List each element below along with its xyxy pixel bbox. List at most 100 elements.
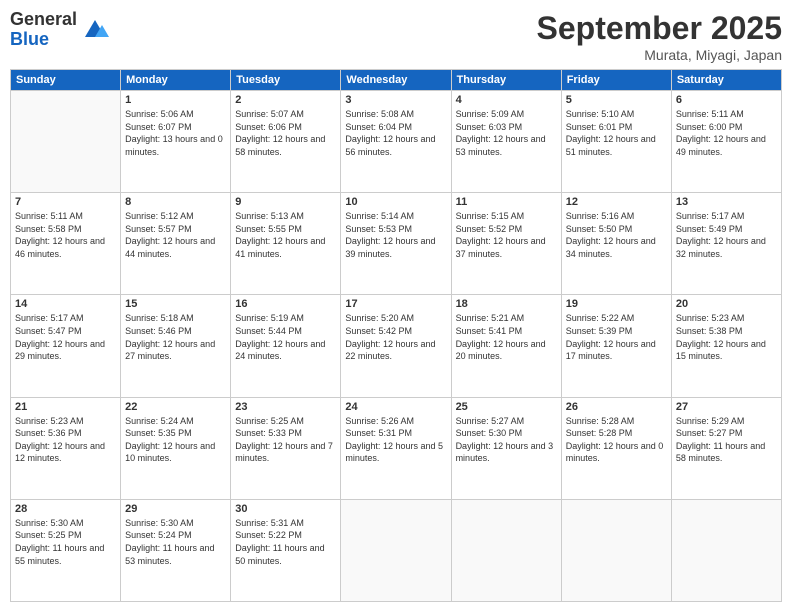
day-info: Sunrise: 5:22 AMSunset: 5:39 PMDaylight:… xyxy=(566,312,667,362)
day-info: Sunrise: 5:08 AMSunset: 6:04 PMDaylight:… xyxy=(345,108,446,158)
day-cell xyxy=(671,499,781,601)
day-cell: 29 Sunrise: 5:30 AMSunset: 5:24 PMDayligh… xyxy=(121,499,231,601)
day-info: Sunrise: 5:11 AMSunset: 6:00 PMDaylight:… xyxy=(676,108,777,158)
logo-blue: Blue xyxy=(10,29,49,49)
day-info: Sunrise: 5:20 AMSunset: 5:42 PMDaylight:… xyxy=(345,312,446,362)
header: General Blue September 2025 Murata, Miya… xyxy=(10,10,782,63)
logo-text: General Blue xyxy=(10,10,77,50)
day-cell: 5 Sunrise: 5:10 AMSunset: 6:01 PMDaylight… xyxy=(561,91,671,193)
day-cell: 7 Sunrise: 5:11 AMSunset: 5:58 PMDaylight… xyxy=(11,193,121,295)
day-cell: 23 Sunrise: 5:25 AMSunset: 5:33 PMDayligh… xyxy=(231,397,341,499)
day-info: Sunrise: 5:15 AMSunset: 5:52 PMDaylight:… xyxy=(456,210,557,260)
day-number: 29 xyxy=(125,503,226,515)
week-row-4: 21 Sunrise: 5:23 AMSunset: 5:36 PMDayligh… xyxy=(11,397,782,499)
day-cell: 6 Sunrise: 5:11 AMSunset: 6:00 PMDaylight… xyxy=(671,91,781,193)
day-number: 21 xyxy=(15,401,116,413)
day-cell xyxy=(341,499,451,601)
day-info: Sunrise: 5:30 AMSunset: 5:24 PMDaylight:… xyxy=(125,517,226,567)
col-header-monday: Monday xyxy=(121,70,231,91)
day-number: 16 xyxy=(235,298,336,310)
day-cell: 24Sunrise: 5:26 AMSunset: 5:31 PMDayligh… xyxy=(341,397,451,499)
location: Murata, Miyagi, Japan xyxy=(537,47,782,63)
day-cell: 13 Sunrise: 5:17 AMSunset: 5:49 PMDayligh… xyxy=(671,193,781,295)
day-cell: 21 Sunrise: 5:23 AMSunset: 5:36 PMDayligh… xyxy=(11,397,121,499)
day-info: Sunrise: 5:30 AMSunset: 5:25 PMDaylight:… xyxy=(15,517,116,567)
day-number: 18 xyxy=(456,298,557,310)
day-info: Sunrise: 5:14 AMSunset: 5:53 PMDaylight:… xyxy=(345,210,446,260)
day-number: 10 xyxy=(345,196,446,208)
day-number: 8 xyxy=(125,196,226,208)
day-cell xyxy=(11,91,121,193)
week-row-5: 28Sunrise: 5:30 AMSunset: 5:25 PMDayligh… xyxy=(11,499,782,601)
day-number: 30 xyxy=(235,503,336,515)
day-info: Sunrise: 5:13 AMSunset: 5:55 PMDaylight:… xyxy=(235,210,336,260)
day-number: 2 xyxy=(235,94,336,106)
day-info: Sunrise: 5:12 AMSunset: 5:57 PMDaylight:… xyxy=(125,210,226,260)
day-cell: 1 Sunrise: 5:06 AMSunset: 6:07 PMDaylight… xyxy=(121,91,231,193)
logo: General Blue xyxy=(10,10,110,50)
day-info: Sunrise: 5:23 AMSunset: 5:38 PMDaylight:… xyxy=(676,312,777,362)
day-number: 14 xyxy=(15,298,116,310)
day-info: Sunrise: 5:09 AMSunset: 6:03 PMDaylight:… xyxy=(456,108,557,158)
day-number: 6 xyxy=(676,94,777,106)
day-number: 17 xyxy=(345,298,446,310)
day-number: 9 xyxy=(235,196,336,208)
week-row-1: 1 Sunrise: 5:06 AMSunset: 6:07 PMDaylight… xyxy=(11,91,782,193)
day-number: 20 xyxy=(676,298,777,310)
day-number: 7 xyxy=(15,196,116,208)
day-info: Sunrise: 5:06 AMSunset: 6:07 PMDaylight:… xyxy=(125,108,226,158)
day-cell xyxy=(451,499,561,601)
day-cell: 30 Sunrise: 5:31 AMSunset: 5:22 PMDayligh… xyxy=(231,499,341,601)
day-cell: 15Sunrise: 5:18 AMSunset: 5:46 PMDayligh… xyxy=(121,295,231,397)
day-cell xyxy=(561,499,671,601)
day-cell: 22 Sunrise: 5:24 AMSunset: 5:35 PMDayligh… xyxy=(121,397,231,499)
day-cell: 20 Sunrise: 5:23 AMSunset: 5:38 PMDayligh… xyxy=(671,295,781,397)
day-number: 4 xyxy=(456,94,557,106)
week-row-3: 14 Sunrise: 5:17 AMSunset: 5:47 PMDayligh… xyxy=(11,295,782,397)
day-cell: 10 Sunrise: 5:14 AMSunset: 5:53 PMDayligh… xyxy=(341,193,451,295)
day-info: Sunrise: 5:31 AMSunset: 5:22 PMDaylight:… xyxy=(235,517,336,567)
col-header-thursday: Thursday xyxy=(451,70,561,91)
day-info: Sunrise: 5:17 AMSunset: 5:49 PMDaylight:… xyxy=(676,210,777,260)
day-info: Sunrise: 5:11 AMSunset: 5:58 PMDaylight:… xyxy=(15,210,116,260)
day-cell: 9 Sunrise: 5:13 AMSunset: 5:55 PMDaylight… xyxy=(231,193,341,295)
day-number: 11 xyxy=(456,196,557,208)
day-number: 5 xyxy=(566,94,667,106)
logo-general: General xyxy=(10,9,77,29)
day-number: 22 xyxy=(125,401,226,413)
day-cell: 18 Sunrise: 5:21 AMSunset: 5:41 PMDayligh… xyxy=(451,295,561,397)
day-info: Sunrise: 5:16 AMSunset: 5:50 PMDaylight:… xyxy=(566,210,667,260)
day-info: Sunrise: 5:25 AMSunset: 5:33 PMDaylight:… xyxy=(235,415,336,465)
day-number: 13 xyxy=(676,196,777,208)
day-number: 19 xyxy=(566,298,667,310)
day-cell: 8 Sunrise: 5:12 AMSunset: 5:57 PMDaylight… xyxy=(121,193,231,295)
day-number: 27 xyxy=(676,401,777,413)
day-cell: 3 Sunrise: 5:08 AMSunset: 6:04 PMDaylight… xyxy=(341,91,451,193)
day-cell: 2 Sunrise: 5:07 AMSunset: 6:06 PMDaylight… xyxy=(231,91,341,193)
col-header-sunday: Sunday xyxy=(11,70,121,91)
day-cell: 26Sunrise: 5:28 AMSunset: 5:28 PMDayligh… xyxy=(561,397,671,499)
col-header-saturday: Saturday xyxy=(671,70,781,91)
day-cell: 27Sunrise: 5:29 AMSunset: 5:27 PMDayligh… xyxy=(671,397,781,499)
day-info: Sunrise: 5:27 AMSunset: 5:30 PMDaylight:… xyxy=(456,415,557,465)
week-row-2: 7 Sunrise: 5:11 AMSunset: 5:58 PMDaylight… xyxy=(11,193,782,295)
day-info: Sunrise: 5:23 AMSunset: 5:36 PMDaylight:… xyxy=(15,415,116,465)
page: General Blue September 2025 Murata, Miya… xyxy=(0,0,792,612)
day-info: Sunrise: 5:07 AMSunset: 6:06 PMDaylight:… xyxy=(235,108,336,158)
day-number: 1 xyxy=(125,94,226,106)
day-cell: 12Sunrise: 5:16 AMSunset: 5:50 PMDayligh… xyxy=(561,193,671,295)
day-number: 26 xyxy=(566,401,667,413)
day-number: 23 xyxy=(235,401,336,413)
day-info: Sunrise: 5:26 AMSunset: 5:31 PMDaylight:… xyxy=(345,415,446,465)
day-cell: 14 Sunrise: 5:17 AMSunset: 5:47 PMDayligh… xyxy=(11,295,121,397)
day-cell: 28Sunrise: 5:30 AMSunset: 5:25 PMDayligh… xyxy=(11,499,121,601)
day-number: 3 xyxy=(345,94,446,106)
day-info: Sunrise: 5:17 AMSunset: 5:47 PMDaylight:… xyxy=(15,312,116,362)
day-number: 25 xyxy=(456,401,557,413)
col-header-tuesday: Tuesday xyxy=(231,70,341,91)
day-info: Sunrise: 5:21 AMSunset: 5:41 PMDaylight:… xyxy=(456,312,557,362)
day-info: Sunrise: 5:24 AMSunset: 5:35 PMDaylight:… xyxy=(125,415,226,465)
day-info: Sunrise: 5:10 AMSunset: 6:01 PMDaylight:… xyxy=(566,108,667,158)
day-info: Sunrise: 5:19 AMSunset: 5:44 PMDaylight:… xyxy=(235,312,336,362)
title-block: September 2025 Murata, Miyagi, Japan xyxy=(537,10,782,63)
